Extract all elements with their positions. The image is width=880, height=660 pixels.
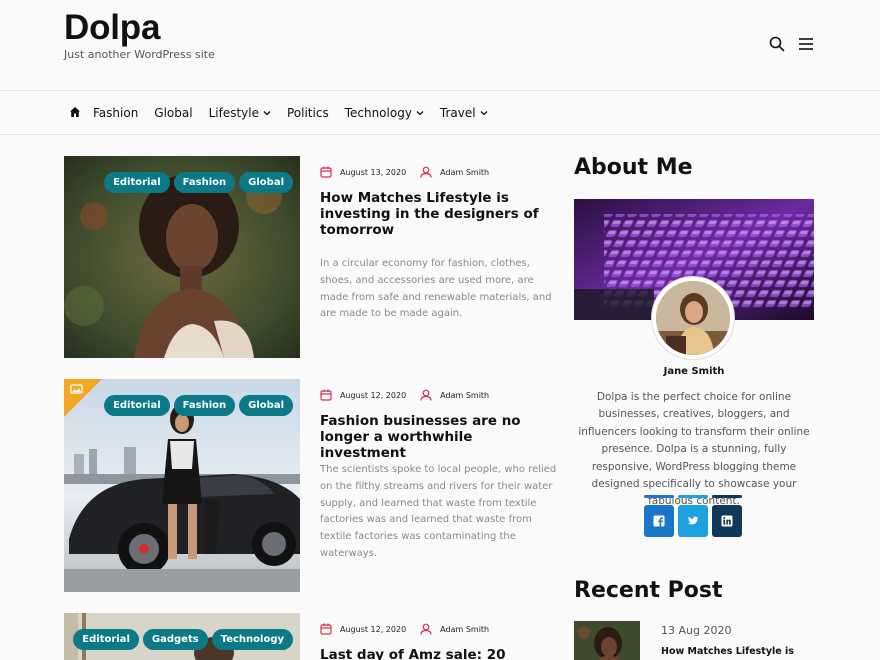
social-links (644, 495, 742, 537)
post-meta: August 13, 2020 Adam Smith (320, 166, 489, 178)
post-author[interactable]: Adam Smith (440, 391, 489, 400)
hamburger-menu-icon[interactable] (797, 35, 815, 53)
post-thumbnail[interactable]: Editorial Fashion Global (64, 156, 300, 358)
tag-editorial[interactable]: Editorial (104, 395, 170, 416)
calendar-icon (320, 623, 332, 635)
search-icon[interactable] (768, 35, 786, 53)
tag-editorial[interactable]: Editorial (73, 629, 139, 650)
post-card: Editorial Fashion Global August 12, 2020… (64, 379, 558, 592)
post-title[interactable]: Last day of Amz sale: 20 gadgets (320, 647, 560, 660)
post-thumbnail[interactable]: Editorial Gadgets Technology (64, 613, 300, 660)
post-date[interactable]: August 13, 2020 (340, 168, 406, 177)
nav-item-global[interactable]: Global (154, 106, 192, 120)
calendar-icon (320, 389, 332, 401)
image-format-badge (64, 379, 102, 417)
post-excerpt: The scientists spoke to local people, wh… (320, 464, 557, 559)
post-excerpt: In a circular economy for fashion, cloth… (320, 258, 552, 320)
post-card: Editorial Gadgets Technology August 12, … (64, 613, 558, 660)
nav-item-politics[interactable]: Politics (287, 106, 329, 120)
nav-list: Fashion Global Lifestyle Politics Techno… (93, 91, 504, 135)
site-header: Dolpa Just another WordPress site (0, 0, 880, 90)
about-widget-title: About Me (574, 155, 693, 180)
post-tags: Editorial Fashion Global (104, 172, 293, 193)
chevron-down-icon (263, 111, 271, 116)
twitter-button[interactable] (678, 495, 708, 537)
user-icon (420, 166, 432, 178)
post-thumbnail[interactable]: Editorial Fashion Global (64, 379, 300, 592)
recent-post-thumbnail[interactable] (574, 621, 640, 660)
twitter-icon (687, 516, 699, 525)
nav-item-lifestyle[interactable]: Lifestyle (209, 106, 271, 120)
recent-post-title[interactable]: How Matches Lifestyle is (661, 645, 811, 658)
main-nav: Fashion Global Lifestyle Politics Techno… (0, 90, 880, 135)
chevron-down-icon (480, 111, 488, 116)
post-tags: Editorial Gadgets Technology (73, 629, 293, 650)
post-meta: August 12, 2020 Adam Smith (320, 623, 489, 635)
post-title[interactable]: How Matches Lifestyle is investing in th… (320, 190, 556, 238)
post-date[interactable]: August 12, 2020 (340, 391, 406, 400)
nav-item-travel[interactable]: Travel (440, 106, 488, 120)
site-title[interactable]: Dolpa (64, 8, 160, 48)
home-icon[interactable] (69, 106, 81, 118)
tag-global[interactable]: Global (239, 172, 293, 193)
post-date[interactable]: August 12, 2020 (340, 625, 406, 634)
user-icon (420, 389, 432, 401)
tag-global[interactable]: Global (239, 395, 293, 416)
post-author[interactable]: Adam Smith (440, 168, 489, 177)
nav-item-fashion[interactable]: Fashion (93, 106, 138, 120)
tag-technology[interactable]: Technology (211, 629, 293, 650)
avatar (652, 277, 734, 359)
recent-post-widget-title: Recent Post (574, 578, 723, 603)
linkedin-button[interactable] (712, 495, 742, 537)
nav-item-technology[interactable]: Technology (345, 106, 424, 120)
post-author[interactable]: Adam Smith (440, 625, 489, 634)
sidebar: About Me Jane Smith Dolpa is the perfect… (574, 155, 814, 660)
linkedin-icon (721, 515, 733, 527)
tag-fashion[interactable]: Fashion (173, 395, 236, 416)
chevron-down-icon (416, 111, 424, 116)
facebook-button[interactable] (644, 495, 674, 537)
post-meta: August 12, 2020 Adam Smith (320, 389, 489, 401)
about-text: Dolpa is the perfect choice for online b… (578, 391, 810, 508)
site-tagline: Just another WordPress site (64, 48, 215, 61)
user-icon (420, 623, 432, 635)
recent-post-date: 13 Aug 2020 (661, 624, 732, 637)
facebook-icon (653, 515, 665, 527)
tag-fashion[interactable]: Fashion (173, 172, 236, 193)
post-card: Editorial Fashion Global August 13, 2020… (64, 156, 558, 358)
post-tags: Editorial Fashion Global (104, 395, 293, 416)
about-name: Jane Smith (663, 366, 725, 377)
post-title[interactable]: Fashion businesses are no longer a worth… (320, 413, 556, 461)
tag-gadgets[interactable]: Gadgets (142, 629, 208, 650)
calendar-icon (320, 166, 332, 178)
tag-editorial[interactable]: Editorial (104, 172, 170, 193)
